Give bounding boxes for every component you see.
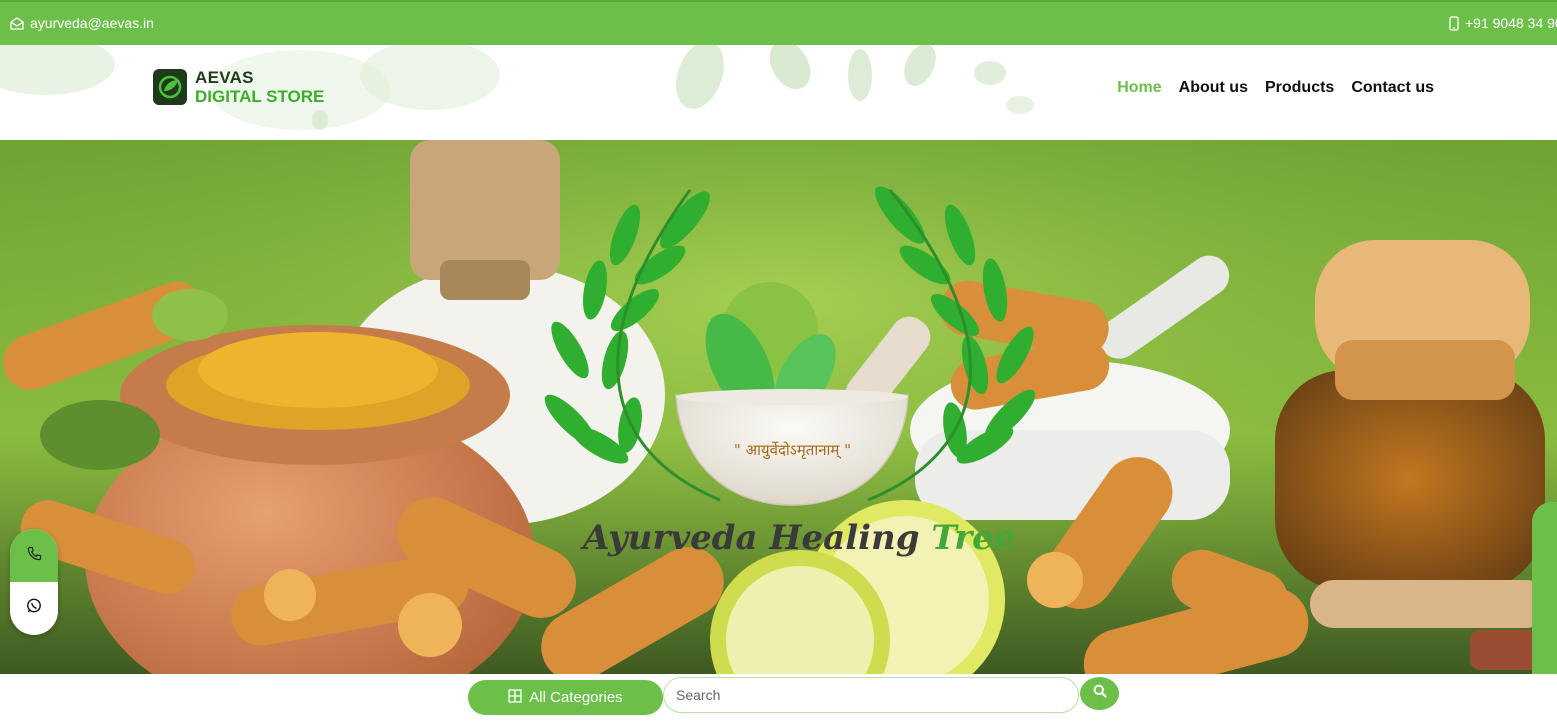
magnifier-icon: [1093, 684, 1107, 703]
envelope-icon: [10, 16, 24, 30]
grid-icon: [508, 688, 522, 707]
side-tab[interactable]: [1532, 502, 1557, 674]
hero-image-herbs: [0, 140, 1557, 674]
brand-name-line2: DIGITAL STORE: [195, 87, 325, 106]
nav-home[interactable]: Home: [1117, 79, 1161, 97]
top-contact-bar: ayurveda@aevas.in +91 9048 34 90: [0, 0, 1557, 45]
search-input[interactable]: [663, 677, 1079, 713]
emblem-title-part1: Ayurveda Healing: [583, 518, 920, 558]
search-button[interactable]: [1080, 677, 1119, 710]
floating-contact-buttons: [10, 529, 58, 635]
topbar-phone[interactable]: +91 9048 34 90: [1449, 15, 1557, 31]
all-categories-button[interactable]: All Categories: [468, 680, 663, 715]
site-header: AEVAS DIGITAL STORE Home About us Produc…: [0, 45, 1557, 140]
brand-name-line1: AEVAS: [195, 68, 254, 87]
mobile-phone-icon: [1449, 15, 1459, 31]
emblem-sanskrit-motto: " आयुर्वेदोऽमृतानाम् ": [733, 441, 852, 459]
whatsapp-icon: [26, 598, 42, 619]
emblem-title-part2: Tree: [931, 518, 1016, 558]
nav-about-us[interactable]: About us: [1179, 79, 1248, 97]
emblem-title: Ayurveda Healing Tree: [583, 518, 1043, 558]
brand-logo[interactable]: AEVAS DIGITAL STORE: [153, 69, 324, 105]
hero-banner: " आयुर्वेदोऽमृतानाम् " Ayurveda Healing …: [0, 140, 1557, 674]
leaf-logo-icon: [153, 69, 187, 105]
main-navigation: Home About us Products Contact us: [1117, 79, 1434, 97]
product-search-bar: All Categories: [468, 677, 1120, 715]
topbar-email-text: ayurveda@aevas.in: [30, 15, 154, 31]
whatsapp-button[interactable]: [10, 582, 58, 635]
topbar-phone-text: +91 9048 34 90: [1465, 15, 1557, 31]
call-button[interactable]: [10, 529, 58, 582]
nav-products[interactable]: Products: [1265, 79, 1334, 97]
all-categories-label: All Categories: [529, 689, 623, 706]
nav-contact-us[interactable]: Contact us: [1351, 79, 1434, 97]
phone-icon: [27, 546, 42, 566]
topbar-email[interactable]: ayurveda@aevas.in: [10, 15, 154, 31]
